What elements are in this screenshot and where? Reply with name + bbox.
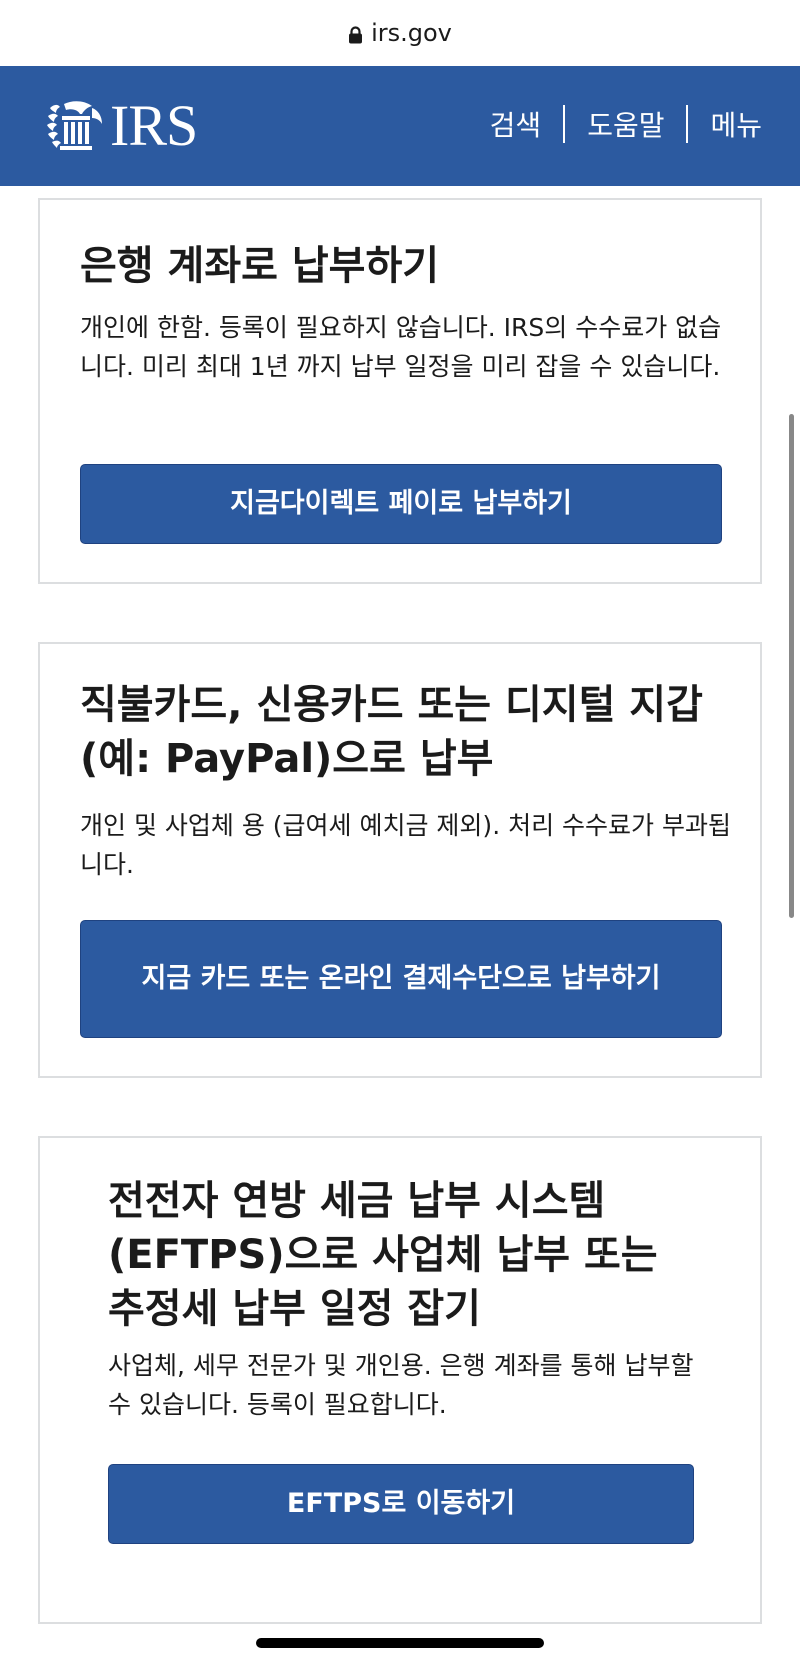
page-scrollbar[interactable]: [789, 414, 794, 918]
card-description: 개인 및 사업체 용 (급여세 예치금 제외). 처리 수수료가 부과됩니다.: [80, 811, 731, 879]
card-title: 은행 계좌로 납부하기: [80, 243, 440, 289]
address-bar[interactable]: irs.gov: [0, 0, 800, 66]
lock-icon: [348, 26, 363, 44]
nav-menu-link[interactable]: 메뉴: [710, 104, 762, 144]
nav-divider: [686, 105, 689, 143]
card-title: 직불카드, 신용카드 또는 디지털 지갑 (예: PayPal)으로 납부: [80, 682, 703, 782]
card-description: 개인에 한함. 등록이 필요하지 않습니다. IRS의 수수료가 없습니다. 미…: [80, 313, 722, 381]
card-title: 전전자 연방 세금 납부 시스템 (EFTPS)으로 사업체 납부 또는 추정세…: [108, 1178, 658, 1332]
irs-logo[interactable]: IRS: [44, 93, 198, 158]
card-description: 사업체, 세무 전문가 및 개인용. 은행 계좌를 통해 납부할 수 있습니다.…: [108, 1351, 694, 1419]
logo-text: IRS: [110, 93, 198, 158]
payment-option-card-card: 직불카드, 신용카드 또는 디지털 지갑 (예: PayPal)으로 납부 개인…: [38, 642, 762, 1078]
header-nav: 검색 도움말 메뉴: [490, 102, 762, 146]
nav-search-link[interactable]: 검색: [490, 104, 542, 144]
nav-help-link[interactable]: 도움말: [587, 104, 664, 144]
payment-option-card-eftps: 전전자 연방 세금 납부 시스템 (EFTPS)으로 사업체 납부 또는 추정세…: [38, 1136, 762, 1624]
payment-option-card-bank: 은행 계좌로 납부하기 개인에 한함. 등록이 필요하지 않습니다. IRS의 …: [38, 198, 762, 584]
url-text: irs.gov: [371, 19, 452, 47]
nav-divider: [563, 105, 566, 143]
home-indicator[interactable]: [256, 1638, 544, 1648]
pay-by-card-button[interactable]: 지금 카드 또는 온라인 결제수단으로 납부하기: [80, 920, 722, 1038]
direct-pay-button[interactable]: 지금다이렉트 페이로 납부하기: [80, 464, 722, 544]
site-header: IRS 검색 도움말 메뉴: [0, 66, 800, 186]
eagle-icon: [47, 101, 102, 150]
go-to-eftps-button[interactable]: EFTPS로 이동하기: [108, 1464, 694, 1544]
